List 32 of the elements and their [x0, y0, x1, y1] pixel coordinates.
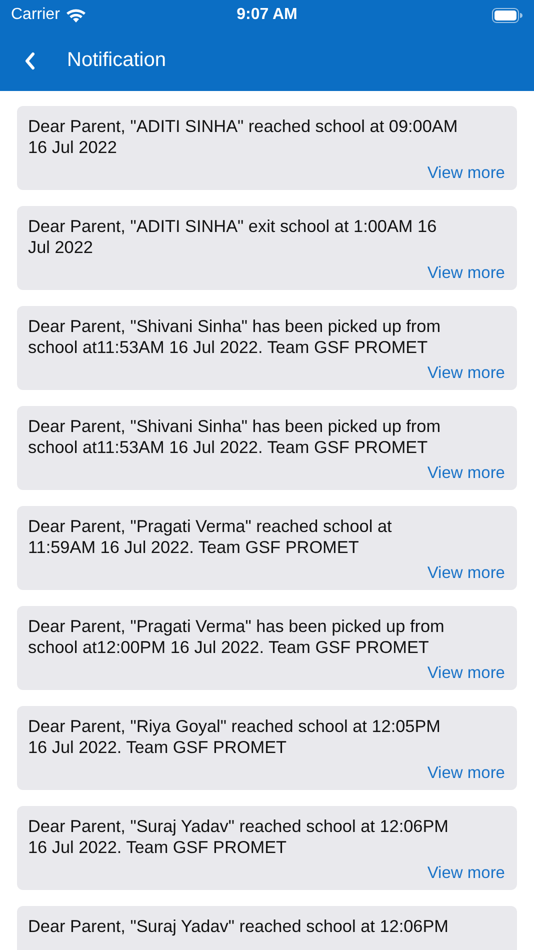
battery-icon — [492, 8, 523, 22]
view-more-link[interactable]: View more — [427, 863, 505, 884]
notification-card[interactable]: Dear Parent, "Suraj Yadav" reached school at 12:06PM 16 Jul 2022. Team GSF PROMET View more — [17, 806, 517, 890]
notification-message: Dear Parent, "Shivani Sinha" has been picked up from school at11:53AM 16 Jul 2022. Team GSF PROMET — [28, 316, 442, 358]
notification-card[interactable]: Dear Parent, "ADITI SINHA" exit school at 1:00AM 16 Jul 2022 View more — [17, 206, 517, 290]
carrier-name: Carrier — [11, 6, 60, 24]
notification-card[interactable]: Dear Parent, "Pragati Verma" has been picked up from school at12:00PM 16 Jul 2022. Team GSF PROMET View more — [17, 606, 517, 690]
notification-message: Dear Parent, "Shivani Sinha" has been picked up from school at11:53AM 16 Jul 2022. Team GSF PROMET — [28, 416, 442, 458]
notification-message: Dear Parent, "Pragati Verma" has been picked up from school at12:00PM 16 Jul 2022. Team GSF PROMET — [28, 616, 446, 658]
view-more-link[interactable]: View more — [427, 663, 505, 684]
screen-title: Notification — [67, 49, 166, 72]
view-more-link[interactable]: View more — [427, 563, 505, 584]
status-time: 9:07 AM — [236, 6, 298, 24]
notification-message: Dear Parent, "Suraj Yadav" reached school at 12:06PM 16 Jul 2022. Team GSF PROMET — [28, 816, 450, 858]
notification-message: Dear Parent, "ADITI SINHA" exit school at 1:00AM 16 Jul 2022 — [28, 216, 438, 258]
view-more-link[interactable]: View more — [427, 263, 505, 284]
notification-message: Dear Parent, "Riya Goyal" reached school at 12:05PM 16 Jul 2022. Team GSF PROMET — [28, 716, 442, 758]
notification-card[interactable]: Dear Parent, "Riya Goyal" reached school at 12:05PM 16 Jul 2022. Team GSF PROMET View more — [17, 706, 517, 790]
notification-message: Dear Parent, "Pragati Verma" reached school at 11:59AM 16 Jul 2022. Team GSF PROMET — [28, 516, 393, 558]
notification-card[interactable]: Dear Parent, "Pragati Verma" reached school at 11:59AM 16 Jul 2022. Team GSF PROMET View more — [17, 506, 517, 590]
view-more-link[interactable]: View more — [427, 763, 505, 784]
notification-card[interactable]: Dear Parent, "ADITI SINHA" reached school at 09:00AM 16 Jul 2022 View more — [17, 106, 517, 190]
view-more-link[interactable]: View more — [427, 463, 505, 484]
wifi-icon — [66, 8, 86, 22]
notification-card[interactable]: Dear Parent, "Shivani Sinha" has been picked up from school at11:53AM 16 Jul 2022. Team GSF PROMET View more — [17, 306, 517, 390]
view-more-link[interactable]: View more — [427, 163, 505, 184]
notification-card[interactable]: Dear Parent, "Shivani Sinha" has been picked up from school at11:53AM 16 Jul 2022. Team GSF PROMET View more — [17, 406, 517, 490]
notification-message: Dear Parent, "ADITI SINHA" reached school at 09:00AM 16 Jul 2022 — [28, 116, 459, 158]
notification-message: Dear Parent, "Suraj Yadav" reached school at 12:06PM — [28, 916, 450, 937]
chevron-icon — [24, 52, 36, 70]
notification-card[interactable]: Dear Parent, "Suraj Yadav" reached school at 12:06PM — [17, 906, 517, 950]
view-more-link[interactable]: View more — [427, 363, 505, 384]
